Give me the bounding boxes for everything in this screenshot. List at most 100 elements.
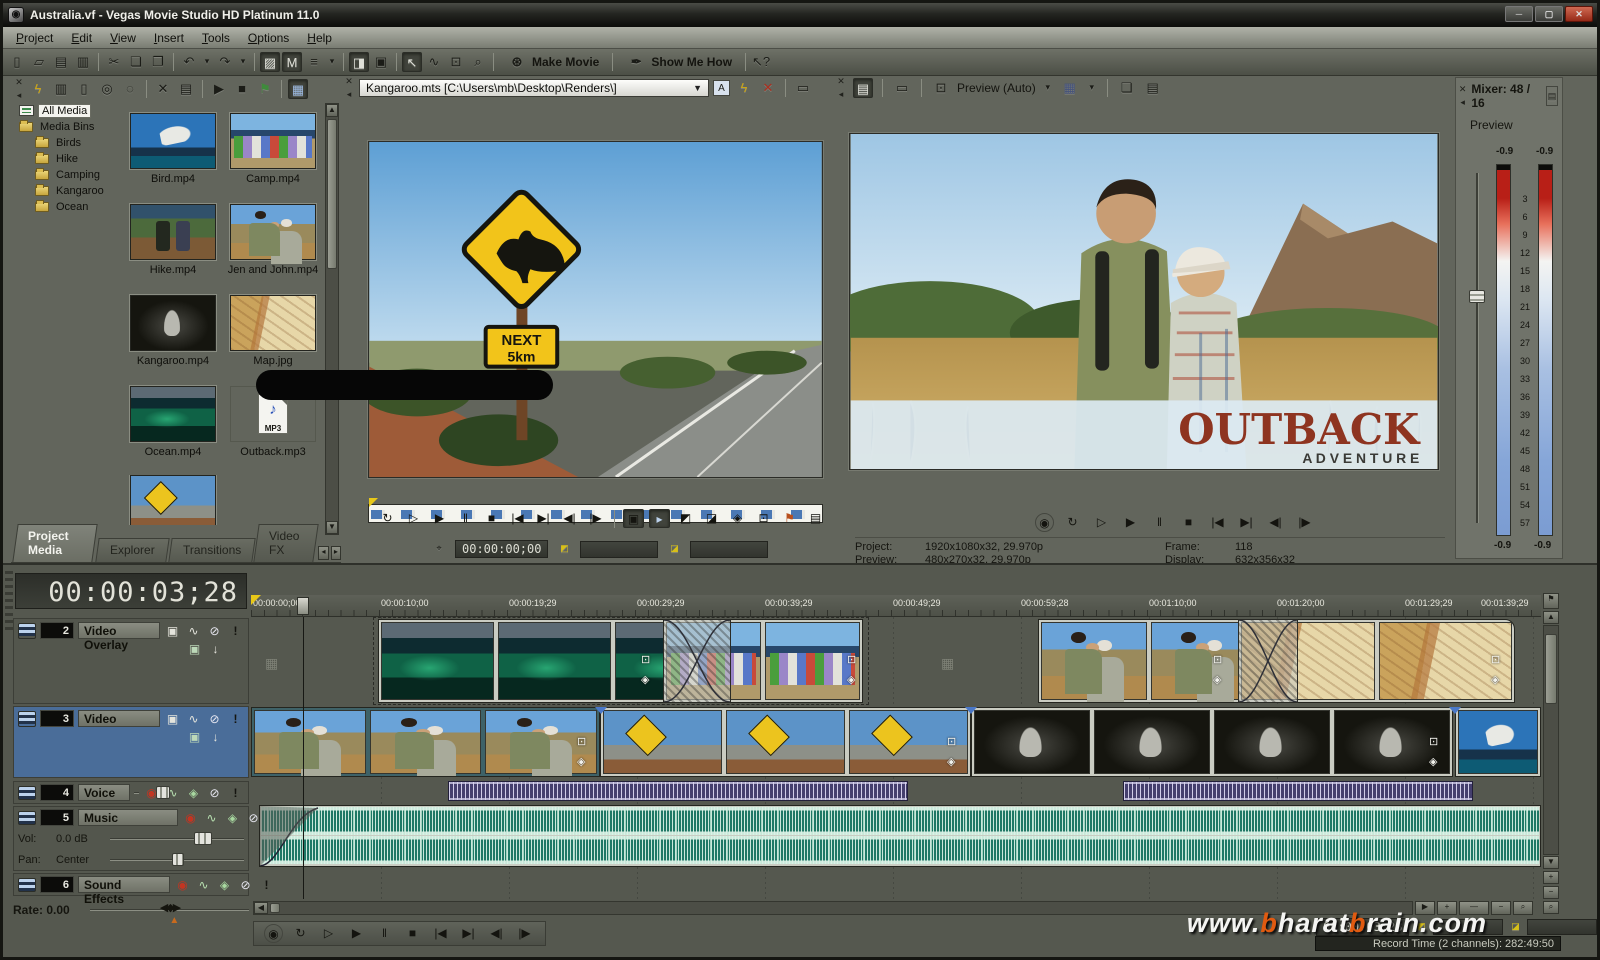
menu-help[interactable]: Help xyxy=(298,28,341,48)
preview-go-end-button[interactable]: ▶| xyxy=(1236,513,1257,532)
timeline-stop-button[interactable]: ■ xyxy=(402,924,423,943)
timeline-go-end-button[interactable]: ▶| xyxy=(458,924,479,943)
event-fx-button[interactable]: ◈ xyxy=(847,673,855,686)
preview-next-frame-button[interactable]: |▶ xyxy=(1294,513,1315,532)
media-scrollbar[interactable]: ▲ ▼ xyxy=(325,103,339,535)
track-fx-icon[interactable]: ∿ xyxy=(185,712,202,726)
menu-insert[interactable]: Insert xyxy=(145,28,193,48)
record-arm-icon[interactable]: ◉ xyxy=(182,811,199,825)
preview-stop-button[interactable]: ■ xyxy=(1178,513,1199,532)
media-play-button[interactable]: ▶ xyxy=(209,79,229,99)
track-fx-icon[interactable]: ∿ xyxy=(185,624,202,638)
loop-start-marker[interactable] xyxy=(251,595,261,605)
hscroll-thumb[interactable] xyxy=(270,903,280,913)
trimmer-prev-frame-button[interactable]: ◀| xyxy=(559,509,580,528)
whats-this-help-button[interactable]: ↖? xyxy=(751,52,771,72)
trimmer-close-icon[interactable]: ✕ xyxy=(345,76,353,87)
trimmer-stop-button[interactable]: ■ xyxy=(481,509,502,528)
new-project-button[interactable]: ▯ xyxy=(7,52,27,72)
track-expand-icon[interactable]: ↓ xyxy=(207,730,224,744)
track-header-voice[interactable]: 4 Voice ◉ ∿ ◈ ⊘ ! xyxy=(13,781,249,804)
track-fx-icon[interactable]: ◈ xyxy=(185,786,202,800)
track-grip-icon[interactable] xyxy=(18,623,36,639)
get-media-web-button[interactable]: ◌ xyxy=(120,79,140,99)
selection-edit-tool[interactable]: ⊡ xyxy=(446,52,466,72)
media-item-kangaroo-sign[interactable] xyxy=(127,475,219,525)
tree-item-all-media[interactable]: All Media xyxy=(11,103,123,118)
tree-item-camping[interactable]: Camping xyxy=(11,167,123,182)
track-name-field[interactable]: Sound Effects xyxy=(78,876,170,893)
media-item-jen-and-john[interactable]: Jen and John.mp4 xyxy=(227,204,319,276)
vscroll-down-icon[interactable]: ▼ xyxy=(1543,856,1559,869)
clip-kangaroo-sign[interactable] xyxy=(600,707,971,777)
preview-play-button[interactable]: ▶ xyxy=(1120,513,1141,532)
hzoom-out-icon[interactable]: − xyxy=(1491,901,1511,915)
media-stop-button[interactable]: ■ xyxy=(232,79,252,99)
tab-project-media[interactable]: Project Media xyxy=(12,524,98,562)
trimmer-add-to-timeline-button[interactable]: ▣ xyxy=(623,509,644,528)
timeline-timecode-display[interactable]: 00:00:03;28 xyxy=(15,573,247,609)
preview-overlays-caret[interactable]: ▾ xyxy=(1086,78,1098,98)
track-name-field[interactable]: Music xyxy=(78,809,178,826)
track-grip-icon[interactable] xyxy=(18,786,36,800)
solo-icon[interactable]: ! xyxy=(227,624,244,638)
trimmer-loop-button[interactable]: ↻ xyxy=(377,509,398,528)
rate-scrub-handle[interactable]: ◀◆▶ xyxy=(160,901,179,914)
preview-prev-frame-button[interactable]: ◀| xyxy=(1265,513,1286,532)
envelope-edit-tool[interactable]: ∿ xyxy=(424,52,444,72)
capture-video-button[interactable]: ▯ xyxy=(74,79,94,99)
trimmer-display-mode-button[interactable]: A xyxy=(713,80,730,96)
track-name-field[interactable]: Video Overlay xyxy=(78,622,160,639)
preview-external-monitor-button[interactable]: ▭ xyxy=(892,78,912,98)
timeline-grip[interactable] xyxy=(5,571,13,631)
crossfade-ocean-camp[interactable] xyxy=(663,619,731,703)
timeline-ruler[interactable]: 00:00:00;00 00:00:10;00 00:00:19;29 00:0… xyxy=(251,595,1541,617)
event-fx-button[interactable]: ◈ xyxy=(1213,673,1221,686)
track-expand-icon[interactable]: ↓ xyxy=(207,642,224,656)
track-io-icon[interactable]: ∿ xyxy=(195,878,212,892)
trimmer-sel-end-field[interactable] xyxy=(690,541,768,558)
event-fx-button[interactable]: ◈ xyxy=(947,755,955,768)
mixer-properties-button[interactable]: ▤ xyxy=(1546,86,1558,106)
trimmer-play-button[interactable]: ▶ xyxy=(429,509,450,528)
event-pan-crop-button[interactable]: ⊡ xyxy=(847,653,856,666)
scroll-up-icon[interactable]: ▲ xyxy=(326,104,338,117)
menu-tools[interactable]: Tools xyxy=(193,28,239,48)
track-camera-icon[interactable]: ▣ xyxy=(186,642,203,656)
snapping-toggle[interactable]: ▨ xyxy=(260,52,280,72)
timeline-next-frame-button[interactable]: |▶ xyxy=(514,924,535,943)
track-grip-icon[interactable] xyxy=(18,878,36,892)
menu-view[interactable]: View xyxy=(101,28,145,48)
clip-kangaroo-night[interactable] xyxy=(971,707,1453,777)
scroll-down-icon[interactable]: ▼ xyxy=(326,521,338,534)
media-item-hike[interactable]: Hike.mp4 xyxy=(127,204,219,276)
undo-button[interactable]: ↶ xyxy=(179,52,199,72)
vscroll-up-icon[interactable]: ▲ xyxy=(1543,611,1559,624)
track-fx-icon[interactable]: ◈ xyxy=(224,811,241,825)
trimmer-collapse-icon[interactable]: ◂ xyxy=(347,89,352,100)
volume-slider[interactable] xyxy=(194,832,212,845)
hzoom-tool-icon[interactable]: ⌕ xyxy=(1513,901,1533,915)
timeline-go-start-button[interactable]: |◀ xyxy=(430,924,451,943)
menu-options[interactable]: Options xyxy=(239,28,298,48)
event-pan-crop-button[interactable]: ⊡ xyxy=(577,735,586,748)
extract-audio-button[interactable]: ◎ xyxy=(97,79,117,99)
open-project-button[interactable]: ▱ xyxy=(29,52,49,72)
event-pan-crop-button[interactable]: ⊡ xyxy=(947,735,956,748)
preview-video-frame[interactable]: OUTBACK A D V E N T U R E xyxy=(849,133,1439,470)
trimmer-save-markers-button[interactable]: ▤ xyxy=(805,509,826,528)
event-pan-crop-button[interactable]: ⊡ xyxy=(1213,653,1222,666)
zoom-edit-tool[interactable]: ⌕ xyxy=(468,52,488,72)
timeline-record-button[interactable]: ◉ xyxy=(264,924,283,943)
save-project-button[interactable]: ▤ xyxy=(51,52,71,72)
clip-music[interactable] xyxy=(259,805,1541,867)
mute-icon[interactable]: ⊘ xyxy=(206,712,223,726)
trimmer-next-frame-button[interactable]: |▶ xyxy=(585,509,606,528)
track-header-video-overlay[interactable]: 2 Video Overlay ▣ ∿ ⊘ ! ▣ ↓ xyxy=(13,618,249,704)
vscroll-thumb[interactable] xyxy=(1545,634,1557,704)
make-movie-button[interactable]: ⊛ Make Movie xyxy=(499,50,607,74)
trimmer-marker-button[interactable]: ⚑ xyxy=(779,509,800,528)
undo-dropdown[interactable]: ▾ xyxy=(201,52,213,72)
preview-go-start-button[interactable]: |◀ xyxy=(1207,513,1228,532)
normal-edit-tool[interactable]: ↖ xyxy=(402,52,422,72)
